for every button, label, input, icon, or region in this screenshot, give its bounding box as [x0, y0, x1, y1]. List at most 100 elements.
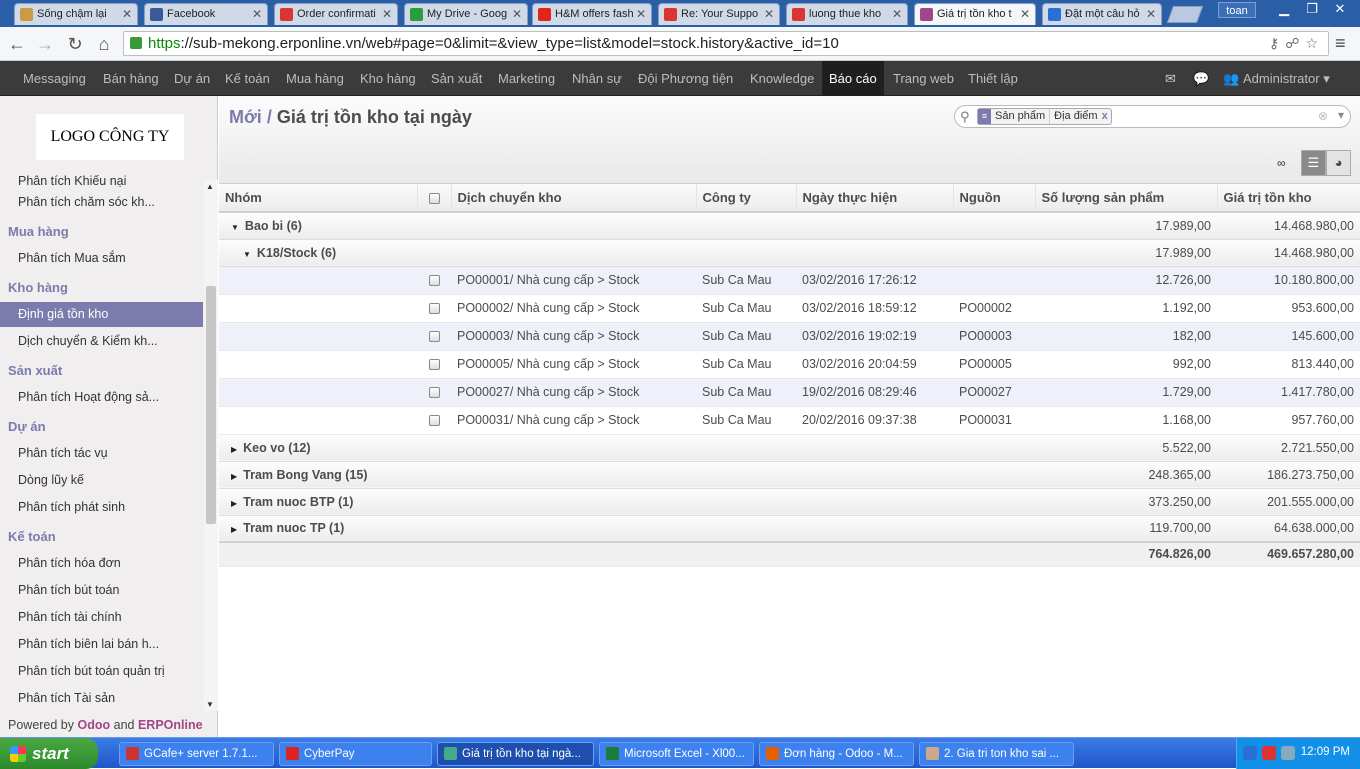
close-icon[interactable]: ✕ [1326, 0, 1354, 18]
address-bar[interactable]: https://sub-mekong.erponline.vn/web#page… [123, 31, 1329, 56]
close-tab-icon[interactable]: ✕ [1146, 7, 1156, 21]
sidebar-item[interactable]: Phân tích Tài sản [0, 686, 203, 711]
search-box[interactable]: ⚲ ≡ Sản phẩm Địa điểm x ⊗ ▾ [954, 105, 1351, 128]
browser-tab[interactable]: Sống chậm lại ✕ [14, 3, 138, 25]
top-menu-item[interactable]: Dự án [174, 61, 210, 96]
list-view-icon[interactable]: ☰ [1301, 150, 1326, 176]
table-row[interactable]: PO00002/ Nhà cung cấp > Stock Sub Ca Mau 0… [219, 294, 1360, 323]
taskbar-item[interactable]: Giá trị tồn kho tại ngà... [437, 742, 594, 766]
top-menu-item[interactable]: Thiết lập [968, 61, 1018, 96]
table-row[interactable]: PO00001/ Nhà cung cấp > Stock Sub Ca Mau 0… [219, 266, 1360, 295]
group-row[interactable]: ▶ Tram Bong Vang (15) 248.365,00 186.273.75… [219, 461, 1360, 489]
sidebar-item[interactable]: Dịch chuyển & Kiểm kh... [0, 329, 203, 354]
arrow-icon[interactable] [1243, 746, 1257, 760]
sidebar-item[interactable]: Phân tích bút toán [0, 578, 203, 603]
sidebar-item[interactable]: Phân tích biên lai bán h... [0, 632, 203, 657]
top-menu-item[interactable]: Bán hàng [103, 61, 159, 96]
sidebar-item[interactable]: Phân tích tài chính [0, 605, 203, 630]
top-menu-item[interactable]: Đội Phương tiện [638, 61, 733, 96]
row-checkbox[interactable] [428, 331, 440, 343]
column-header[interactable]: Số lượng sản phẩm [1035, 184, 1218, 213]
group-row[interactable]: ▼ K18/Stock (6) 17.989,00 14.468.980,00 [219, 239, 1360, 267]
home-icon[interactable]: ⌂ [93, 33, 115, 55]
restore-icon[interactable]: ❐ [1298, 0, 1326, 18]
star-icon[interactable]: ⚷☍☆ [1269, 32, 1324, 55]
caret-right-icon[interactable]: ▶ [231, 525, 237, 534]
sidebar-item[interactable]: Phân tích bút toán quản trị [0, 659, 203, 684]
group-label-cell[interactable]: ▼ K18/Stock (6) [219, 239, 1035, 267]
top-menu-item[interactable]: Kế toán [225, 61, 270, 96]
browser-menu-icon[interactable]: ≡ [1335, 33, 1346, 54]
select-all-checkbox[interactable] [428, 193, 440, 205]
browser-tab[interactable]: Giá trị tồn kho t ✕ [914, 3, 1036, 25]
row-checkbox[interactable] [428, 387, 440, 399]
top-menu-item[interactable]: Kho hàng [360, 61, 416, 96]
sidebar-item[interactable]: Phân tích chăm sóc kh... [0, 190, 203, 215]
sidebar-item[interactable]: Định giá tồn kho [0, 302, 203, 327]
close-tab-icon[interactable]: ✕ [892, 7, 902, 21]
taskbar-item[interactable]: Đơn hàng - Odoo - M... [759, 742, 914, 766]
search-dropdown-icon[interactable]: ▾ [1338, 108, 1344, 122]
back-arrow-icon[interactable]: ← [6, 33, 28, 55]
taskbar-item[interactable]: GCafe+ server 1.7.1... [119, 742, 274, 766]
group-row[interactable]: ▶ Keo vo (12) 5.522,00 2.721.550,00 [219, 434, 1360, 462]
sidebar-item[interactable]: Phân tích hóa đơn [0, 551, 203, 576]
scrollbar-thumb[interactable] [206, 286, 216, 524]
close-tab-icon[interactable]: ✕ [252, 7, 262, 21]
mail-icon[interactable]: ✉ [1165, 71, 1176, 87]
group-row[interactable]: ▶ Tram nuoc TP (1) 119.700,00 64.638.000,00 [219, 515, 1360, 543]
start-button[interactable]: start [0, 738, 98, 769]
caret-down-icon[interactable]: ▼ [231, 223, 239, 232]
select-all-header[interactable] [417, 184, 452, 213]
caret-right-icon[interactable]: ▶ [231, 499, 237, 508]
top-menu-item[interactable]: Nhân sự [572, 61, 622, 96]
caret-right-icon[interactable]: ▶ [231, 445, 237, 454]
table-row[interactable]: PO00003/ Nhà cung cấp > Stock Sub Ca Mau 0… [219, 322, 1360, 351]
reload-icon[interactable]: ↻ [64, 33, 86, 55]
browser-tab[interactable]: luong thue kho ✕ [786, 3, 908, 25]
browser-tab[interactable]: Re: Your Suppo ✕ [658, 3, 780, 25]
sidebar-item[interactable]: Phân tích phát sinh [0, 495, 203, 520]
table-row[interactable]: PO00005/ Nhà cung cấp > Stock Sub Ca Mau 0… [219, 350, 1360, 379]
sidebar-item[interactable]: Phân tích Mua sắm [0, 246, 203, 271]
user-menu[interactable]: Administrator ▾ [1243, 61, 1330, 96]
sidebar-item[interactable]: Phân tích Hoạt động sả... [0, 385, 203, 410]
breadcrumb-link[interactable]: Mới [229, 107, 262, 127]
clear-search-icon[interactable]: ⊗ [1318, 109, 1328, 123]
top-menu-item[interactable]: Messaging [23, 61, 86, 96]
browser-tab[interactable]: Đặt một câu hỏ ✕ [1042, 3, 1162, 25]
pager-limit[interactable]: ∞ [1277, 156, 1286, 170]
top-menu-item[interactable]: Marketing [498, 61, 555, 96]
column-header[interactable]: Công ty [696, 184, 797, 213]
table-row[interactable]: PO00027/ Nhà cung cấp > Stock Sub Ca Mau 1… [219, 378, 1360, 407]
top-menu-item[interactable]: Sản xuất [431, 61, 482, 96]
chat-icon[interactable]: 💬 [1193, 71, 1209, 87]
browser-tab[interactable]: My Drive - Goog ✕ [404, 3, 528, 25]
scroll-down-icon[interactable]: ▼ [206, 700, 214, 709]
erponline-link[interactable]: ERPOnline [138, 718, 203, 732]
group-label-cell[interactable]: ▶ Tram nuoc TP (1) [219, 515, 1035, 543]
group-label-cell[interactable]: ▶ Keo vo (12) [219, 434, 1035, 462]
close-tab-icon[interactable]: ✕ [1020, 7, 1030, 21]
taskbar-item[interactable]: Microsoft Excel - Xl00... [599, 742, 754, 766]
network-icon[interactable] [1281, 746, 1295, 760]
sidebar-scrollbar[interactable]: ▲ ▼ [204, 180, 218, 711]
taskbar-item[interactable]: CyberPay [279, 742, 432, 766]
close-tab-icon[interactable]: ✕ [512, 7, 522, 21]
caret-down-icon[interactable]: ▼ [243, 250, 251, 259]
group-row[interactable]: ▼ Bao bi (6) 17.989,00 14.468.980,00 [219, 212, 1360, 240]
close-tab-icon[interactable]: ✕ [636, 7, 646, 21]
sidebar-item[interactable]: Phân tích tác vụ [0, 441, 203, 466]
column-header[interactable]: Nhóm [219, 184, 418, 213]
close-tab-icon[interactable]: ✕ [764, 7, 774, 21]
top-menu-item[interactable]: Mua hàng [286, 61, 344, 96]
top-menu-item[interactable]: Knowledge [750, 61, 814, 96]
browser-tab[interactable]: H&M offers fash ✕ [532, 3, 652, 25]
column-header[interactable]: Nguồn [953, 184, 1036, 213]
top-menu-item[interactable]: Báo cáo [822, 61, 884, 96]
row-checkbox[interactable] [428, 359, 440, 371]
caret-right-icon[interactable]: ▶ [231, 472, 237, 481]
browser-tab[interactable]: Order confirmati ✕ [274, 3, 398, 25]
forward-arrow-icon[interactable]: → [34, 33, 56, 55]
taskbar-item[interactable]: 2. Gia tri ton kho sai ... [919, 742, 1074, 766]
